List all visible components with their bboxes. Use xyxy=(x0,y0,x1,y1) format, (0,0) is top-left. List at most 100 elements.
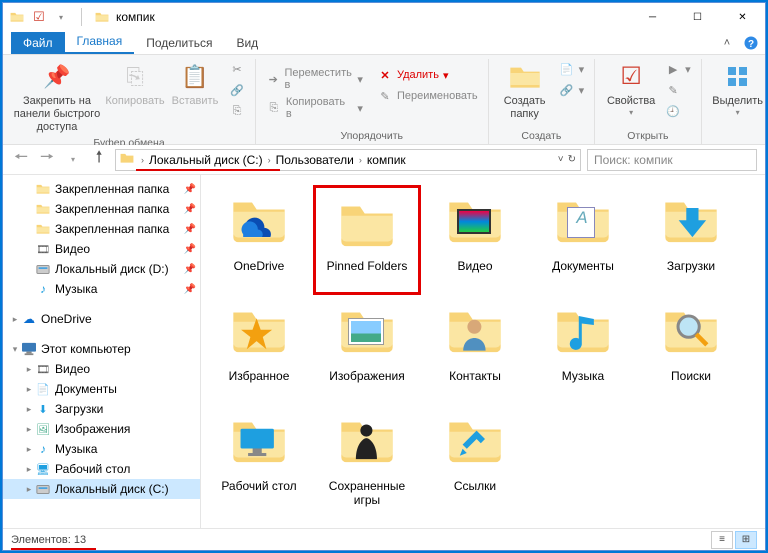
tab-file[interactable]: Файл xyxy=(11,32,65,54)
breadcrumb-part[interactable]: Локальный диск (C:) xyxy=(147,153,265,167)
details-view-button[interactable]: ≡ xyxy=(711,531,733,549)
chevron-icon[interactable]: › xyxy=(356,155,365,165)
grid-item[interactable]: Ссылки xyxy=(421,405,529,515)
grid-item-label: Музыка xyxy=(562,369,604,383)
ribbon-group-open: ☑ Свойства ▾ ▶▾ ✎ 🕘 Открыть xyxy=(595,59,702,144)
twisty-icon[interactable]: ▸ xyxy=(23,404,35,415)
tree-item[interactable]: ▸♪Музыка xyxy=(3,439,200,459)
copy-button[interactable]: ⎘ Копировать xyxy=(105,59,165,110)
up-button[interactable]: 🠕 xyxy=(89,150,109,170)
maximize-button[interactable]: ☐ xyxy=(675,3,720,31)
paste-shortcut-button[interactable]: ⎘ xyxy=(225,101,249,121)
properties-button[interactable]: ☑ Свойства ▾ xyxy=(601,59,661,120)
properties-qat-icon[interactable]: ☑ xyxy=(31,9,47,25)
tab-view[interactable]: Вид xyxy=(224,32,270,54)
paste-button[interactable]: 📋 Вставить xyxy=(165,59,225,110)
help-icon[interactable]: ? xyxy=(743,35,759,51)
tree-item[interactable]: ▸☁OneDrive xyxy=(3,309,200,329)
twisty-icon[interactable]: ▸ xyxy=(23,384,35,395)
open-button[interactable]: ▶▾ xyxy=(661,59,695,79)
minimize-button[interactable]: ─ xyxy=(630,3,675,31)
rename-icon: ✎ xyxy=(377,88,393,104)
paste-label: Вставить xyxy=(172,95,219,108)
new-folder-label: Создать папку xyxy=(497,95,553,121)
tree-item[interactable]: ▸🖼Изображения xyxy=(3,419,200,439)
twisty-icon[interactable]: ▸ xyxy=(23,444,35,455)
move-to-button[interactable]: ➔Переместить в ▾ xyxy=(262,65,367,93)
tab-home[interactable]: Главная xyxy=(65,30,135,54)
twisty-icon[interactable]: ▸ xyxy=(23,484,35,495)
grid-item[interactable]: Музыка xyxy=(529,295,637,405)
tree-item[interactable]: Локальный диск (D:)📌 xyxy=(3,259,200,279)
refresh-icon[interactable]: ↻ xyxy=(568,154,576,165)
grid-item[interactable]: OneDrive xyxy=(205,185,313,295)
cut-button[interactable]: ✂ xyxy=(225,59,249,79)
dropdown-icon[interactable]: ▾ xyxy=(53,9,69,25)
close-button[interactable]: ✕ xyxy=(720,3,765,31)
chevron-icon[interactable]: › xyxy=(138,155,147,165)
grid-item[interactable]: Изображения xyxy=(313,295,421,405)
pin-icon: 📌 xyxy=(41,61,73,93)
grid-item[interactable]: Контакты xyxy=(421,295,529,405)
copy-to-button[interactable]: ⎘Копировать в ▾ xyxy=(262,94,367,122)
easy-access-button[interactable]: 🔗▾ xyxy=(555,80,589,100)
favorites-icon xyxy=(227,301,291,365)
tree-item[interactable]: ▸🖥Рабочий стол xyxy=(3,459,200,479)
pin-to-quick-access-button[interactable]: 📌 Закрепить на панели быстрого доступа xyxy=(9,59,105,137)
recent-locations-button[interactable]: ▾ xyxy=(63,150,83,170)
tree-item[interactable]: ♪Музыка📌 xyxy=(3,279,200,299)
grid-item[interactable]: Сохраненные игры xyxy=(313,405,421,515)
copy-path-button[interactable]: 🔗 xyxy=(225,80,249,100)
twisty-icon[interactable]: ▾ xyxy=(9,344,21,355)
grid-item[interactable]: Избранное xyxy=(205,295,313,405)
folder-icon xyxy=(335,191,399,255)
grid-item-label: Ссылки xyxy=(454,479,496,493)
chevron-icon[interactable]: › xyxy=(265,155,274,165)
tab-share[interactable]: Поделиться xyxy=(134,32,224,54)
delete-icon: ✕ xyxy=(377,67,393,83)
select-button[interactable]: Выделить ▾ xyxy=(708,59,768,120)
tree-item[interactable]: Закрепленная папка📌 xyxy=(3,199,200,219)
rename-button[interactable]: ✎Переименовать xyxy=(373,86,482,106)
large-icons-view-button[interactable]: ⊞ xyxy=(735,531,757,549)
collapse-ribbon-icon[interactable]: ˄ xyxy=(719,35,735,51)
search-input[interactable]: Поиск: компик xyxy=(587,149,757,171)
navigation-tree[interactable]: Закрепленная папка📌Закрепленная папка📌За… xyxy=(3,175,201,528)
twisty-icon[interactable]: ▸ xyxy=(9,314,21,325)
grid-item[interactable]: Поиски xyxy=(637,295,745,405)
twisty-icon[interactable]: ▸ xyxy=(23,364,35,375)
edit-button[interactable]: ✎ xyxy=(661,80,695,100)
twisty-icon[interactable]: ▸ xyxy=(23,424,35,435)
forward-button[interactable]: 🠖 xyxy=(37,150,57,170)
grid-item[interactable]: Видео xyxy=(421,185,529,295)
tree-item[interactable]: Закрепленная папка📌 xyxy=(3,219,200,239)
copy-icon: ⎘ xyxy=(119,61,151,93)
history-button[interactable]: 🕘 xyxy=(661,101,695,121)
breadcrumb[interactable]: › Локальный диск (C:) › Пользователи › к… xyxy=(115,149,581,171)
tree-item[interactable]: ▸⬇Загрузки xyxy=(3,399,200,419)
delete-button[interactable]: ✕Удалить ▾ xyxy=(373,65,482,85)
downloads-icon: ⬇ xyxy=(35,401,51,417)
breadcrumb-part[interactable]: компик xyxy=(365,153,408,167)
new-item-button[interactable]: 📄▾ xyxy=(555,59,589,79)
tree-item[interactable]: ▾Этот компьютер xyxy=(3,339,200,359)
tree-item[interactable]: Закрепленная папка📌 xyxy=(3,179,200,199)
content-pane[interactable]: OneDrivePinned FoldersВидеоAДокументыЗаг… xyxy=(201,175,765,528)
grid-item[interactable]: Рабочий стол xyxy=(205,405,313,515)
back-button[interactable]: 🠔 xyxy=(11,150,31,170)
breadcrumb-part[interactable]: Пользователи xyxy=(274,153,356,167)
grid-item[interactable]: Загрузки xyxy=(637,185,745,295)
new-folder-button[interactable]: Создать папку xyxy=(495,59,555,123)
grid-item[interactable]: Pinned Folders xyxy=(313,185,421,295)
tree-item[interactable]: ▸🎞Видео xyxy=(3,359,200,379)
tree-item[interactable]: ▸Локальный диск (C:) xyxy=(3,479,200,499)
annotation-underline xyxy=(11,548,96,550)
desktop-icon: 🖥 xyxy=(35,461,51,477)
tree-item[interactable]: 🎞Видео📌 xyxy=(3,239,200,259)
pin-icon: 📌 xyxy=(184,224,196,235)
grid-item[interactable]: AДокументы xyxy=(529,185,637,295)
dropdown-icon[interactable]: ˅ xyxy=(558,154,564,165)
tree-item[interactable]: ▸📄Документы xyxy=(3,379,200,399)
twisty-icon[interactable]: ▸ xyxy=(23,464,35,475)
folder-icon xyxy=(9,9,25,25)
